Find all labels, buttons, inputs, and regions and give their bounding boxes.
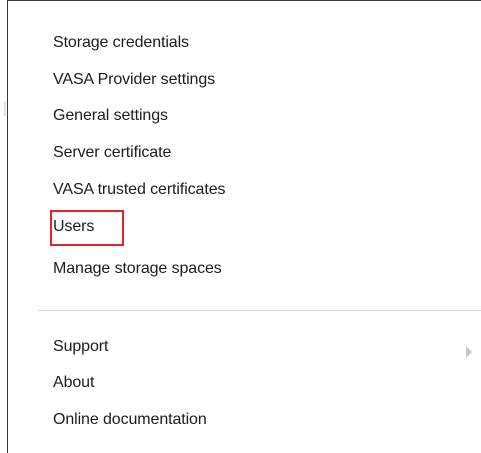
- menu-item-manage-storage-spaces[interactable]: Manage storage spaces: [53, 257, 222, 281]
- users-highlight-box: [50, 210, 124, 246]
- chevron-right-icon: [466, 346, 472, 358]
- edge-artifact: [4, 101, 6, 116]
- menu-divider: [38, 310, 481, 311]
- menu-item-online-documentation[interactable]: Online documentation: [53, 408, 207, 432]
- settings-menu: Storage credentials VASA Provider settin…: [8, 1, 481, 453]
- menu-screenshot: Storage credentials VASA Provider settin…: [0, 0, 481, 453]
- menu-item-vasa-trusted-certificates[interactable]: VASA trusted certificates: [53, 178, 226, 202]
- menu-item-general-settings[interactable]: General settings: [53, 104, 168, 128]
- menu-item-storage-credentials[interactable]: Storage credentials: [53, 31, 189, 55]
- menu-item-server-certificate[interactable]: Server certificate: [53, 141, 171, 165]
- menu-item-about[interactable]: About: [53, 371, 94, 395]
- menu-item-support[interactable]: Support: [53, 335, 108, 359]
- menu-item-vasa-provider-settings[interactable]: VASA Provider settings: [53, 68, 215, 92]
